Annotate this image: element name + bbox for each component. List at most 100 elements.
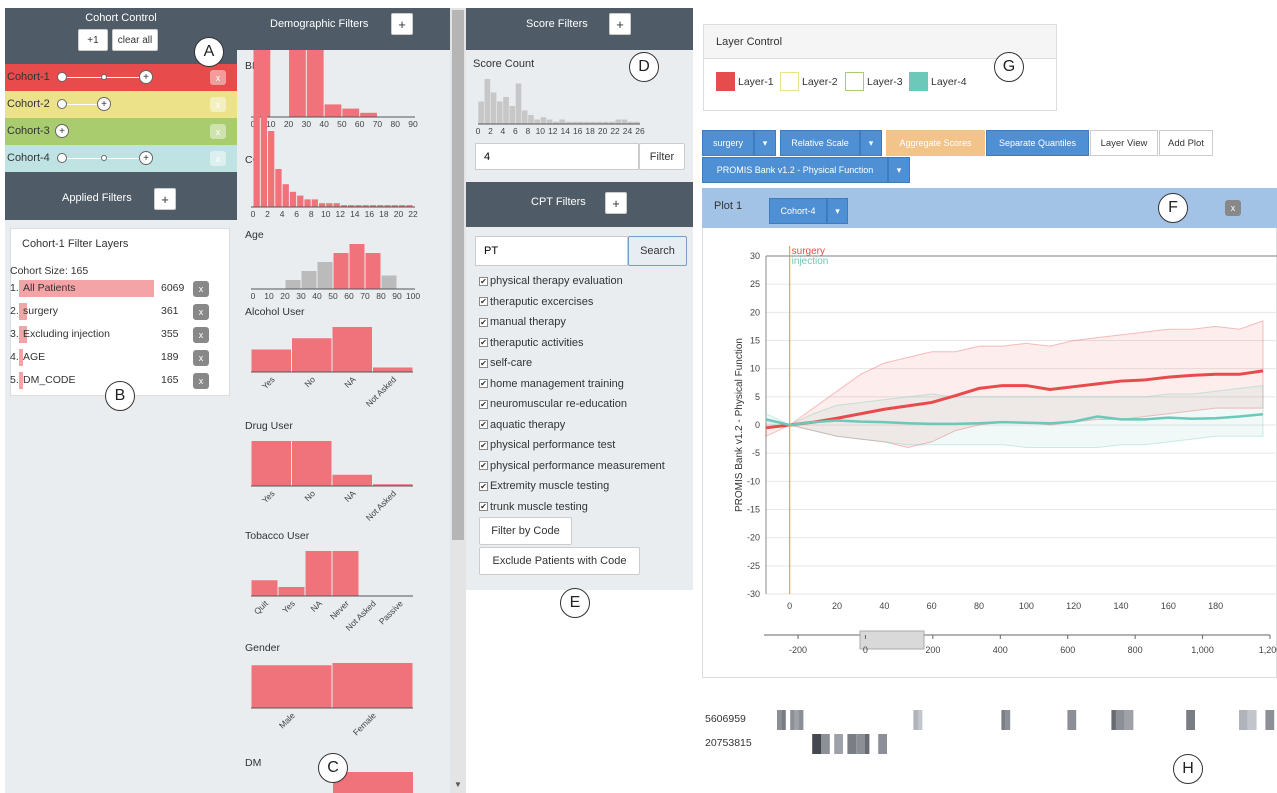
cci-bar[interactable]	[268, 131, 275, 207]
alcohol-bar[interactable]	[292, 338, 332, 372]
cci-bar[interactable]	[318, 203, 326, 207]
score-bar[interactable]	[528, 115, 534, 124]
patient-event-block[interactable]	[878, 734, 887, 754]
cpt-checkbox[interactable]: ✔	[479, 379, 488, 388]
age-bar[interactable]	[301, 271, 317, 289]
patient-event-block[interactable]	[1067, 710, 1077, 730]
cohort-add-handle[interactable]: +	[139, 151, 153, 165]
cci-bar[interactable]	[289, 191, 297, 207]
tobacco-bar[interactable]	[251, 580, 278, 596]
relative-scale-dropdown[interactable]: Relative Scale	[780, 130, 860, 156]
cpt-checkbox[interactable]: ✔	[479, 481, 488, 491]
cohort-add-handle[interactable]: +	[139, 70, 153, 84]
score-bar[interactable]	[484, 79, 491, 124]
alcohol-bar[interactable]	[251, 349, 292, 373]
patient-event-block[interactable]	[821, 734, 830, 754]
tobacco-bar[interactable]	[332, 551, 359, 596]
cci-bar[interactable]	[297, 195, 304, 207]
cpt-item[interactable]: ✔ theraputic excercises	[479, 296, 593, 308]
gender-bar[interactable]	[251, 665, 332, 708]
aggregate-scores-button[interactable]: Aggregate Scores	[886, 130, 985, 156]
age-bar[interactable]	[333, 253, 349, 289]
add-cpt-button[interactable]: +	[605, 192, 627, 214]
filter-by-code-button[interactable]: Filter by Code	[479, 517, 572, 545]
patient-event-block[interactable]	[790, 710, 795, 730]
surgery-caret-icon[interactable]: ▾	[754, 130, 776, 156]
filter-row-remove-button[interactable]: x	[193, 350, 209, 366]
patient-event-block[interactable]	[794, 710, 799, 730]
cci-bar[interactable]	[304, 199, 311, 207]
demographic-scrollbar-thumb[interactable]	[452, 10, 464, 540]
gender-bar[interactable]	[332, 663, 413, 708]
cci-bar[interactable]	[326, 203, 333, 207]
cci-bar[interactable]	[253, 50, 260, 207]
add-score-button[interactable]: +	[609, 13, 631, 35]
score-bar[interactable]	[621, 119, 628, 125]
add-filter-button[interactable]: +	[154, 188, 176, 210]
plot-cohort-dropdown[interactable]: Cohort-4	[769, 198, 827, 224]
drug-bar[interactable]	[251, 441, 292, 486]
patient-event-block[interactable]	[834, 734, 843, 754]
cpt-item[interactable]: ✔ manual therapy	[479, 316, 566, 328]
patient-event-block[interactable]	[1265, 710, 1275, 730]
relative-scale-caret-icon[interactable]: ▾	[860, 130, 882, 156]
score-bar[interactable]	[540, 117, 547, 124]
patient-event-block[interactable]	[917, 710, 923, 730]
exclude-patients-button[interactable]: Exclude Patients with Code	[479, 547, 640, 575]
cpt-checkbox[interactable]: ✔	[479, 502, 488, 511]
score-bar[interactable]	[509, 106, 516, 124]
layer-swatch[interactable]	[716, 72, 735, 91]
cci-bar[interactable]	[311, 199, 318, 207]
bmi-bar[interactable]	[324, 104, 342, 117]
add-demographic-button[interactable]: +	[391, 13, 413, 35]
score-count-input[interactable]	[475, 143, 639, 170]
tobacco-bar[interactable]	[305, 551, 332, 596]
bmi-bar[interactable]	[306, 50, 324, 117]
bmi-bar[interactable]	[342, 108, 360, 117]
cohort-close-button[interactable]: x	[210, 124, 226, 139]
patient-event-block[interactable]	[865, 734, 870, 754]
score-bar[interactable]	[478, 101, 484, 125]
filter-row-remove-button[interactable]: x	[193, 304, 209, 320]
cci-bar[interactable]	[282, 184, 289, 207]
alcohol-bar[interactable]	[373, 367, 413, 373]
cpt-item[interactable]: ✔ physical performance measurement	[479, 460, 665, 472]
patient-event-block[interactable]	[1001, 710, 1006, 730]
patient-event-block[interactable]	[1247, 710, 1257, 730]
alcohol-bar[interactable]	[332, 327, 373, 372]
cohort-slider-handle[interactable]	[101, 155, 107, 161]
cohort-close-button[interactable]: x	[210, 70, 226, 85]
promis-caret-icon[interactable]: ▾	[888, 157, 910, 183]
plot-close-button[interactable]: x	[1225, 200, 1241, 216]
cpt-item[interactable]: ✔ home management training	[479, 378, 624, 390]
clear-all-button[interactable]: clear all	[112, 29, 158, 51]
patient-event-block[interactable]	[856, 734, 865, 754]
cci-bar[interactable]	[333, 203, 340, 207]
patient-event-block[interactable]	[1239, 710, 1248, 730]
tobacco-bar[interactable]	[278, 587, 305, 596]
drug-bar[interactable]	[292, 441, 332, 486]
layer-swatch[interactable]	[780, 72, 799, 91]
age-bar[interactable]	[349, 244, 365, 289]
cpt-item[interactable]: ✔ physical therapy evaluation	[479, 275, 623, 287]
patient-event-block[interactable]	[812, 734, 821, 754]
patient-event-block[interactable]	[799, 710, 804, 730]
patient-event-block[interactable]	[1124, 710, 1134, 730]
cpt-search-input[interactable]	[475, 236, 628, 266]
cci-bar[interactable]	[275, 169, 282, 207]
patient-event-block[interactable]	[777, 710, 782, 730]
score-filter-button[interactable]: Filter	[639, 143, 685, 170]
cohort-close-button[interactable]: x	[210, 97, 226, 112]
patient-event-block[interactable]	[1115, 710, 1125, 730]
cohort-slider-handle[interactable]	[57, 153, 67, 163]
cpt-checkbox[interactable]: ✔	[479, 276, 488, 286]
layer-swatch[interactable]	[909, 72, 928, 91]
age-bar[interactable]	[381, 275, 397, 290]
add-cohort-button[interactable]: +1	[78, 29, 108, 51]
layer-swatch[interactable]	[845, 72, 864, 91]
patient-event-block[interactable]	[1005, 710, 1011, 730]
cpt-checkbox[interactable]: ✔	[479, 420, 488, 429]
cpt-item[interactable]: ✔ trunk muscle testing	[479, 501, 588, 513]
range-brush[interactable]	[859, 630, 925, 650]
drug-bar[interactable]	[332, 474, 373, 486]
